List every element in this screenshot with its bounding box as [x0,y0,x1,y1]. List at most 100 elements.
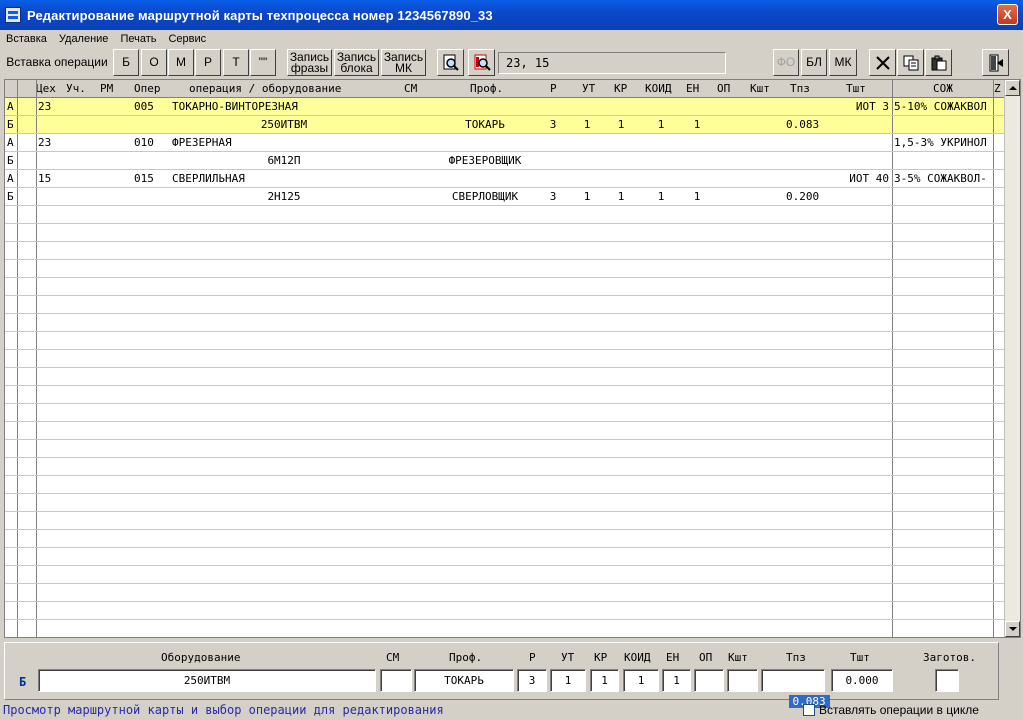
cell-tpz: 0.083 [786,118,820,131]
preview-icon [443,54,459,71]
cell-r [540,98,566,116]
close-button[interactable]: X [997,4,1018,25]
record-block-button[interactable]: Запись блока [334,49,379,76]
cell-op [715,152,743,170]
insert-o-button[interactable]: О [141,49,167,76]
label-koid: КОИД [624,651,651,664]
insert-m-button[interactable]: М [168,49,194,76]
header-koid: КОИД [645,82,672,95]
cell-en [683,170,711,188]
row-divider [5,529,1005,530]
insert-r-button[interactable]: Р [195,49,221,76]
table-row[interactable]: А 23 010 ФРЕЗЕРНАЯ 1,5-3% УКРИНОЛ [5,134,1005,152]
insert-in-cycle-label[interactable]: Вставлять операции в цикле [819,703,979,717]
row-divider [5,187,1005,188]
label-ut: УТ [561,651,575,664]
zagotov-input[interactable] [935,669,959,692]
exit-door-icon [989,54,1003,71]
panel-row-type: Б [19,675,27,689]
prof-input[interactable]: ТОКАРЬ [414,669,514,692]
edit-panel: Б Оборудование СМ Проф. Р УТ КР КОИД ЕН … [4,642,999,708]
r-input[interactable]: 3 [517,669,547,692]
ksht-input[interactable] [727,669,758,692]
scroll-down-button[interactable] [1005,621,1020,637]
current-value-field[interactable]: 23, 15 [498,52,726,74]
header-tsht: Тшт [846,82,866,95]
exit-button[interactable] [982,49,1009,76]
cell-operation: СВЕРЛИЛЬНАЯ [172,172,245,185]
bl-button[interactable]: БЛ [801,49,827,76]
table-row[interactable]: А 23 005 ТОКАРНО-ВИНТОРЕЗНАЯ ИОТ 3 5-10% СОЖА… [5,98,1005,116]
cell-prof [434,98,536,116]
table-row[interactable]: Б 250ИТВМ ТОКАРЬ 3 1 1 1 1 0.083 [5,116,1005,134]
insert-t-button[interactable]: Т [223,49,249,76]
cell-kr: 1 [617,118,625,131]
cell-prof [434,170,536,188]
sm-input[interactable] [380,669,412,692]
row-divider [5,385,1005,386]
header-en: ЕН [686,82,700,95]
row-divider [5,475,1005,476]
koid-input[interactable]: 1 [623,669,659,692]
insert-in-cycle-checkbox[interactable] [803,704,815,716]
copy-button[interactable] [897,49,924,76]
kr-input[interactable]: 1 [590,669,619,692]
toolbar: Вставка операции Б О М Р Т "" Запись фра… [0,47,1023,79]
mk-button[interactable]: МК [829,49,857,76]
preview-button[interactable] [437,49,464,76]
cut-icon [875,55,890,70]
title-bar: Редактирование маршрутной карты техпроце… [0,0,1023,30]
menu-print[interactable]: Печать [120,33,156,45]
row-divider [5,403,1005,404]
cell-ut [570,98,604,116]
column-divider [17,80,18,637]
cell-koid [641,98,681,116]
cell-ut: 1 [583,190,591,203]
menu-delete[interactable]: Удаление [59,33,109,45]
op-input[interactable] [694,669,724,692]
tpz-input[interactable]: 0.083 [761,669,830,708]
cell-prof: ТОКАРЬ [465,118,505,131]
en-input[interactable]: 1 [662,669,691,692]
menu-service[interactable]: Сервис [168,33,206,45]
row-divider [5,367,1005,368]
ut-input[interactable]: 1 [550,669,586,692]
row-divider [5,565,1005,566]
header-op: ОП [717,82,731,95]
cell-ksht [747,188,777,206]
label-kr: КР [594,651,608,664]
fo-button[interactable]: ФО [773,49,799,76]
record-mk-button[interactable]: Запись МК [381,49,426,76]
cell-r [540,134,566,152]
cell-tpz [780,152,830,170]
insert-quote-button[interactable]: "" [250,49,276,76]
cell-soj: 5-10% СОЖАКВОЛ [894,100,987,113]
cell-koid [641,170,681,188]
tsht-input[interactable]: 0.000 [831,669,893,692]
cell-koid [641,152,681,170]
menu-insert[interactable]: Вставка [6,33,47,45]
insert-operation-button[interactable]: Вставка операции [3,49,111,76]
scroll-up-button[interactable] [1005,80,1020,96]
equipment-input[interactable]: 250ИТВМ [38,669,376,692]
table-row[interactable]: А 15 015 СВЕРЛИЛЬНАЯ ИОТ 40 3-5% СОЖАКВОЛ- [5,170,1005,188]
cell-sm [402,152,428,170]
cell-ceh [38,152,64,170]
table-row[interactable]: Б 2Н125 СВЕРЛОВЩИК 3 1 1 1 1 0.200 [5,188,1005,206]
cell-ceh [38,116,64,134]
row-divider [5,169,1005,170]
cell-sm [402,116,428,134]
preview-page-button[interactable] [468,49,495,76]
paste-icon [931,55,946,70]
table-row[interactable]: Б 6М12П ФРЕЗЕРОВЩИК [5,152,1005,170]
record-phrase-button[interactable]: Запись фразы [287,49,332,76]
cell-uch [68,116,96,134]
grid-scrollbar[interactable] [1004,80,1020,637]
cut-button[interactable] [869,49,896,76]
header-sm: СМ [404,82,418,95]
cell-r: 3 [549,190,557,203]
paste-button[interactable] [925,49,952,76]
cell-soj: 1,5-3% УКРИНОЛ [894,136,987,149]
cell-oper [134,152,166,170]
insert-b-button[interactable]: Б [113,49,139,76]
